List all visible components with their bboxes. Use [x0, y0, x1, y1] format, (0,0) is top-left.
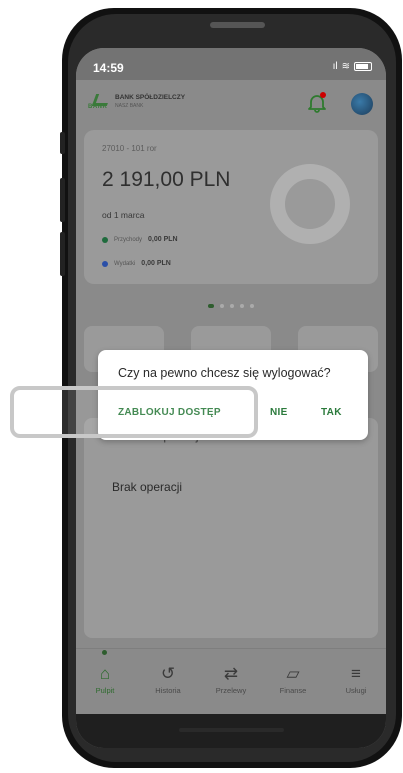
highlight-callout [10, 386, 258, 438]
tab-finanse[interactable]: ▱ Finanse [263, 664, 323, 696]
income-label: Przychody [114, 236, 143, 243]
database-icon: ≡ [351, 664, 361, 683]
bank-subname: NASZ BANK [115, 103, 144, 109]
tab-label: Finanse [279, 686, 307, 695]
income-value: 0,00 PLN [148, 236, 178, 243]
user-avatar[interactable] [351, 93, 373, 115]
status-bar: 14:59 ıl ≋ [76, 48, 386, 80]
history-icon: ↺ [160, 664, 176, 683]
phone-speaker [210, 22, 265, 28]
expense-value: 0,00 PLN [141, 260, 171, 267]
tab-pulpit[interactable]: ⌂ Pulpit [76, 664, 135, 696]
status-time: 14:59 [93, 61, 124, 75]
expense-row: Wydatki 0,00 PLN [102, 260, 171, 267]
phone-side-button [60, 178, 65, 222]
home-icon: ⌂ [99, 664, 111, 683]
pager-dot[interactable] [230, 304, 234, 308]
signal-icon: ıl [332, 61, 338, 72]
pager-dot[interactable] [220, 304, 224, 308]
account-card[interactable]: 27010 - 101 ror 2 191,00 PLN od 1 marca … [84, 130, 378, 284]
tab-label: Usługi [345, 686, 367, 695]
tab-historia[interactable]: ↺ Historia [138, 664, 198, 696]
income-dot-icon [102, 236, 108, 243]
balance-donut-chart [270, 164, 350, 244]
pager-dot[interactable] [240, 304, 244, 308]
phone-side-button [60, 132, 65, 154]
recent-operations-card: Ostatnie operacje Brak operacji [84, 418, 378, 638]
bank-name: BANK SPÓŁDZIELCZY NASZ BANK [115, 94, 185, 110]
expense-label: Wydatki [114, 260, 136, 267]
battery-icon [354, 62, 372, 71]
active-tab-indicator [102, 650, 107, 655]
no-button[interactable]: NIE [270, 407, 288, 418]
income-row: Przychody 0,00 PLN [102, 236, 178, 243]
bank-logo-mark: BANK [88, 94, 112, 112]
tab-label: Pulpit [95, 686, 115, 695]
account-balance: 2 191,00 PLN [102, 168, 231, 191]
logo-text: BANK [88, 104, 108, 110]
expense-dot-icon [102, 260, 108, 267]
logout-question: Czy na pewno chcesz się wylogować? [118, 366, 331, 380]
bank-logo: BANK BANK SPÓŁDZIELCZY NASZ BANK [88, 94, 185, 112]
no-operations-text: Brak operacji [112, 480, 183, 494]
wallet-icon: ▱ [286, 664, 300, 683]
tab-label: Historia [155, 686, 181, 695]
tab-uslugi[interactable]: ≡ Usługi [326, 664, 386, 696]
phone-side-button [60, 232, 65, 276]
tab-label: Przelewy [215, 686, 247, 695]
period-label: od 1 marca [102, 210, 145, 220]
pager-dot[interactable] [250, 304, 254, 308]
account-number: 27010 - 101 ror [102, 144, 157, 153]
home-indicator[interactable] [179, 728, 284, 732]
tab-przelewy[interactable]: ⇄ Przelewy [201, 664, 261, 696]
card-pager[interactable] [208, 304, 254, 308]
pager-dot-active[interactable] [208, 304, 214, 308]
system-icons: ıl ≋ [333, 61, 372, 72]
transfer-icon: ⇄ [223, 664, 239, 683]
bank-name-label: BANK SPÓŁDZIELCZY [115, 94, 186, 101]
notification-badge [320, 92, 326, 98]
yes-button[interactable]: TAK [321, 407, 342, 418]
wifi-icon: ≋ [341, 61, 350, 72]
